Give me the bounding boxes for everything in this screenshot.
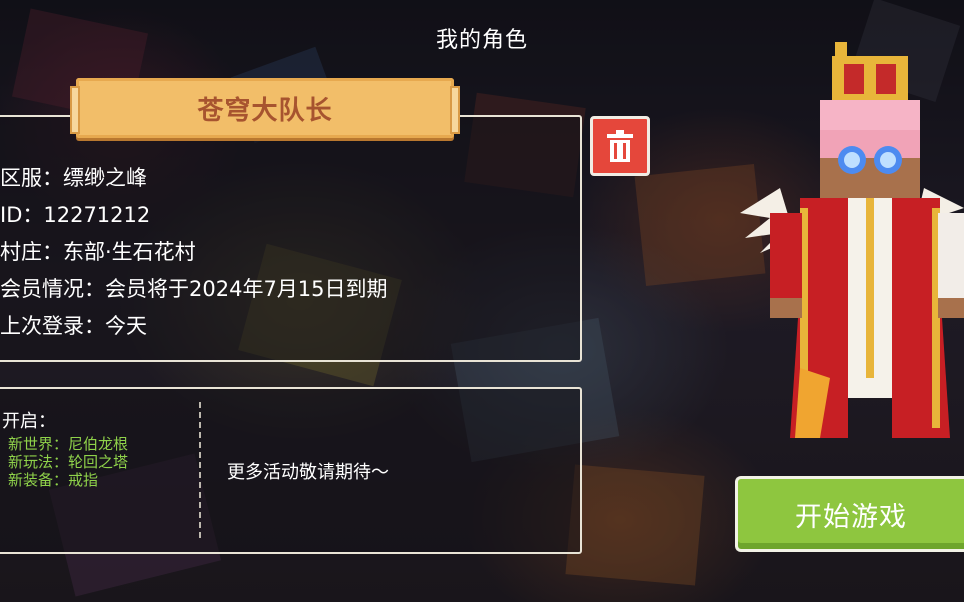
feature-new-world: 新世界：尼伯龙根 [8,435,129,453]
info-server: 区服：缥缈之峰 [0,166,147,190]
events-divider [199,402,201,538]
delete-character-button[interactable] [590,116,650,176]
info-id: ID：12271212 [0,203,151,227]
info-village: 村庄：东部·生石花村 [0,240,196,264]
trash-icon [607,130,633,162]
character-name: 苍穹大队长 [197,95,333,126]
info-last-login: 上次登录：今天 [0,314,147,338]
start-game-button[interactable]: 开始游戏 [735,476,964,552]
character-name-banner: 苍穹大队长 [70,78,460,138]
feature-new-gameplay: 新玩法：轮回之塔 [8,453,129,471]
character-avatar [740,42,964,438]
feature-new-equipment: 新装备：戒指 [8,471,99,489]
info-membership: 会员情况：会员将于2024年7月15日到期 [0,277,388,301]
more-events-text: 更多活动敬请期待～ [227,462,389,483]
events-label: 开启： [2,411,56,432]
